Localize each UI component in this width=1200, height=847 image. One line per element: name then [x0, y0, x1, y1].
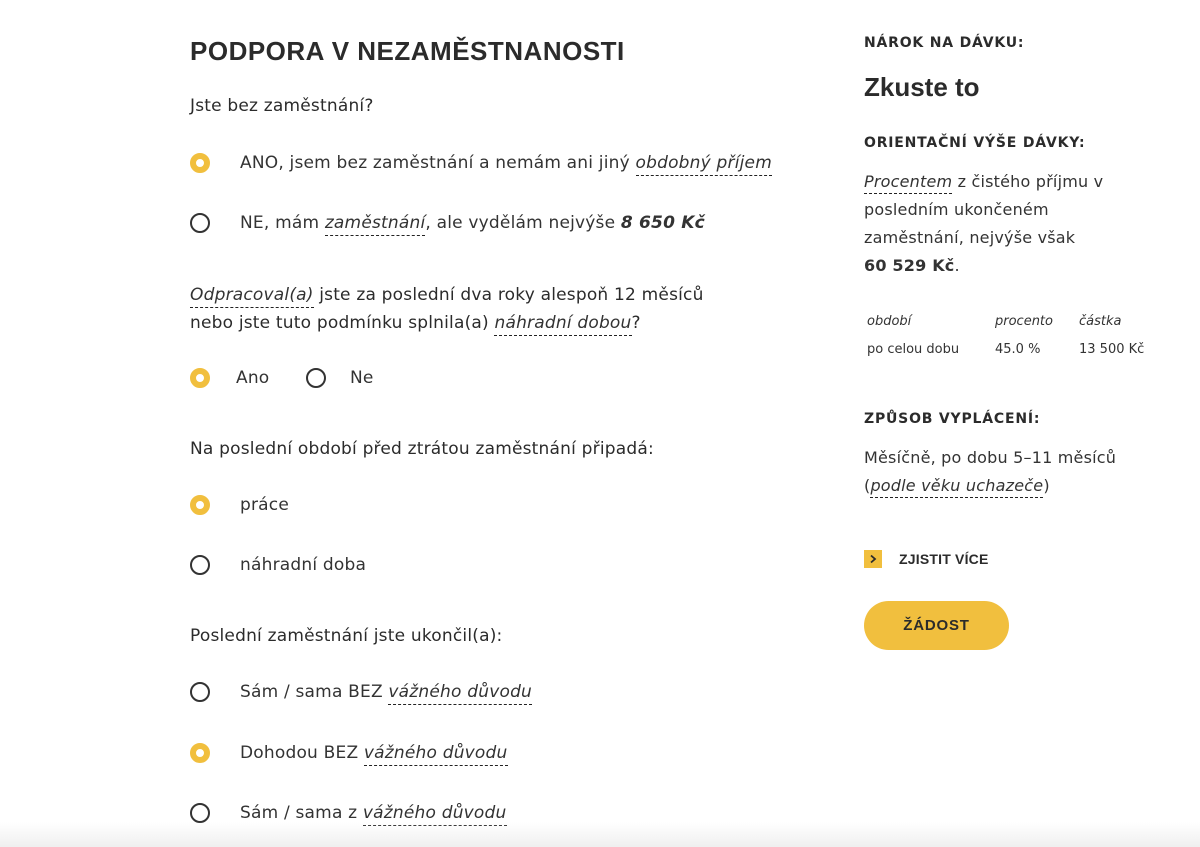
- amount-description: Procentem z čistého příjmu v posledním u…: [864, 168, 1103, 280]
- option-text: Sám / sama BEZ: [240, 682, 389, 702]
- amount-max: 60 529 Kč: [864, 256, 955, 275]
- table-cell: po celou dobu: [867, 342, 960, 357]
- amount-text: z čistého příjmu v: [952, 172, 1104, 191]
- payment-heading: ZPŮSOB VYPLÁCENÍ:: [864, 411, 1041, 427]
- question-text: jste za poslední dva roky alespoň 12 měs…: [313, 285, 704, 305]
- radio-termination-agreement-no-reason[interactable]: Dohodou BEZ vážného důvodu: [190, 740, 508, 766]
- radio-selected-icon[interactable]: [190, 743, 210, 763]
- radio-unselected-icon[interactable]: [190, 555, 210, 575]
- payment-text: Měsíčně, po dobu 5–11 měsíců: [864, 448, 1117, 467]
- radio-termination-self-with-reason[interactable]: Sám / sama z vážného důvodu: [190, 800, 507, 826]
- radio-unselected-icon[interactable]: [306, 368, 326, 388]
- find-out-more-label: ZJISTIT VÍCE: [899, 551, 989, 567]
- payment-text: ): [1043, 476, 1050, 495]
- apply-button[interactable]: ŽÁDOST: [864, 601, 1009, 650]
- radio-unselected-icon[interactable]: [190, 803, 210, 823]
- radio-unemployed-no[interactable]: NE, mám zaměstnání, ale vydělám nejvýše …: [190, 210, 705, 236]
- table-cell: 45.0 %: [995, 342, 1041, 357]
- option-text: , ale vydělám nejvýše: [425, 213, 621, 233]
- radio-unselected-icon[interactable]: [190, 213, 210, 233]
- link-similar-income[interactable]: obdobný příjem: [635, 153, 772, 176]
- amount-text: zaměstnání, nejvýše však: [864, 228, 1076, 247]
- radio-selected-icon[interactable]: [190, 153, 210, 173]
- option-text: Dohodou BEZ: [240, 743, 364, 763]
- question-work-period: Odpracoval(a) jste za poslední dva roky …: [190, 281, 704, 337]
- question-unemployed: Jste bez zaměstnání?: [190, 96, 374, 116]
- amount-heading: ORIENTAČNÍ VÝŠE DÁVKY:: [864, 135, 1086, 151]
- entitlement-heading: NÁROK NA DÁVKU:: [864, 35, 1025, 51]
- income-limit: 8 650 Kč: [620, 213, 705, 233]
- link-serious-reason[interactable]: vážného důvodu: [388, 682, 533, 705]
- radio-work-period-no[interactable]: Ne: [306, 365, 374, 391]
- option-text: Sám / sama z: [240, 803, 363, 823]
- page-title: PODPORA V NEZAMĚSTNANOSTI: [190, 36, 625, 66]
- link-serious-reason[interactable]: vážného důvodu: [362, 803, 507, 826]
- radio-selected-icon[interactable]: [190, 495, 210, 515]
- bottom-fade: [0, 822, 1200, 847]
- question-termination: Poslední zaměstnání jste ukončil(a):: [190, 626, 503, 646]
- column-header: období: [867, 314, 912, 329]
- link-percentage[interactable]: Procentem: [864, 172, 953, 194]
- radio-last-period-work[interactable]: práce: [190, 492, 289, 518]
- link-serious-reason[interactable]: vážného důvodu: [363, 743, 508, 766]
- column-header: částka: [1079, 314, 1122, 329]
- option-label: práce: [240, 495, 290, 515]
- link-worked[interactable]: Odpracoval(a): [190, 285, 314, 308]
- option-label: Ne: [350, 368, 374, 388]
- radio-work-period-yes[interactable]: Ano: [190, 365, 269, 391]
- column-header: procento: [995, 314, 1053, 329]
- entitlement-value: Zkuste to: [864, 72, 980, 102]
- link-substitute-period[interactable]: náhradní dobou: [494, 313, 632, 336]
- amount-text: posledním ukončeném: [864, 200, 1049, 219]
- radio-unselected-icon[interactable]: [190, 682, 210, 702]
- radio-unemployed-yes[interactable]: ANO, jsem bez zaměstnání a nemám ani jin…: [190, 150, 772, 176]
- amount-text: .: [954, 256, 960, 275]
- table-cell: 13 500 Kč: [1079, 342, 1145, 357]
- link-employment[interactable]: zaměstnání: [324, 213, 426, 236]
- radio-termination-self-no-reason[interactable]: Sám / sama BEZ vážného důvodu: [190, 679, 533, 705]
- option-label: Ano: [236, 368, 270, 388]
- payment-description: Měsíčně, po dobu 5–11 měsíců (podle věku…: [864, 444, 1116, 500]
- chevron-right-icon: [864, 550, 882, 568]
- question-last-period: Na poslední období před ztrátou zaměstná…: [190, 439, 654, 459]
- question-mark: ?: [631, 313, 641, 333]
- option-text: ANO, jsem bez zaměstnání a nemám ani jin…: [240, 153, 636, 173]
- link-age-of-applicant[interactable]: podle věku uchazeče: [870, 476, 1044, 498]
- question-text: nebo jste tuto podmínku splnila(a): [190, 313, 495, 333]
- option-label: náhradní doba: [240, 555, 367, 575]
- radio-selected-icon[interactable]: [190, 368, 210, 388]
- find-out-more-link[interactable]: ZJISTIT VÍCE: [864, 550, 989, 568]
- radio-last-period-substitute[interactable]: náhradní doba: [190, 552, 366, 578]
- option-text: NE, mám: [240, 213, 325, 233]
